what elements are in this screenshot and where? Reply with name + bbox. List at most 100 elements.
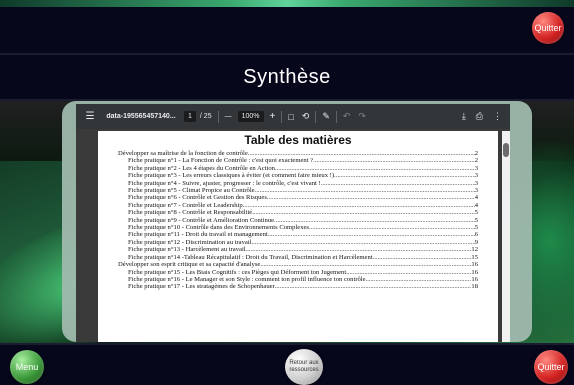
undo-icon[interactable]: ↶ bbox=[343, 111, 351, 122]
toc-leader-dots bbox=[366, 276, 472, 283]
toc-entry[interactable]: Fiche pratique n°9 - Contrôle et Amélior… bbox=[98, 217, 498, 224]
toc-entry-page: 16 bbox=[471, 275, 478, 283]
toc-entry[interactable]: Fiche pratique n°11 - Droit du travail e… bbox=[98, 231, 498, 238]
toc-entry-title: Développer sa maîtrise de la fonction de… bbox=[118, 150, 248, 157]
toc-entry[interactable]: Fiche pratique n°1 - La Fonction de Cont… bbox=[98, 157, 498, 164]
toc-entry-page: 2 bbox=[474, 150, 478, 157]
menu-icon[interactable]: ☰ bbox=[82, 111, 98, 122]
toc-entry-title: Fiche pratique n°13 - Harcèlement au tra… bbox=[128, 246, 246, 254]
toc-entry-title: Fiche pratique n°5 - Climat Propice au C… bbox=[128, 187, 255, 195]
toc-leader-dots bbox=[313, 157, 475, 164]
toc-entry[interactable]: Fiche pratique n°7 - Contrôle et Leaders… bbox=[98, 202, 498, 209]
scrollbar-thumb[interactable] bbox=[503, 143, 509, 157]
quit-button-top[interactable]: Quitter bbox=[532, 12, 564, 44]
back-to-resources-button[interactable]: Retour aux ressources bbox=[285, 349, 323, 385]
toc-entry-title: Fiche pratique n°15 - Les Biais Cognitif… bbox=[128, 268, 347, 276]
toc-entry[interactable]: Fiche pratique n°5 - Climat Propice au C… bbox=[98, 187, 498, 194]
toc-entry-title: Développer son esprit critique et sa cap… bbox=[118, 261, 261, 269]
toc-entry-page: 3 bbox=[474, 179, 478, 187]
toc-entry-page: 2 bbox=[474, 157, 478, 165]
toc-entry[interactable]: Fiche pratique n°6 - Contrôle et Gestion… bbox=[98, 194, 498, 201]
toc-entry-page: 3 bbox=[474, 187, 478, 195]
toolbar-separator bbox=[335, 110, 337, 123]
toc-leader-dots bbox=[321, 180, 475, 187]
pdf-toolbar: ☰ data-195565457140... 1 / 25 — 100% + □… bbox=[76, 104, 510, 129]
toc-leader-dots bbox=[267, 194, 475, 201]
toc-leader-dots bbox=[268, 231, 475, 238]
toc-leader-dots bbox=[373, 254, 472, 261]
toc-entry[interactable]: Fiche pratique n°13 - Harcèlement au tra… bbox=[98, 246, 498, 253]
download-icon[interactable]: ⤓ bbox=[462, 111, 466, 122]
toc-entry-title: Fiche pratique n°1 - La Fonction de Cont… bbox=[128, 157, 314, 165]
toc-entry-page: 5 bbox=[474, 224, 478, 232]
toc-entry[interactable]: Fiche pratique n°17 - Les stratagèmes de… bbox=[98, 283, 498, 290]
zoom-out-button[interactable]: — bbox=[225, 113, 232, 120]
toc-entry-page: 4 bbox=[474, 194, 478, 202]
zoom-input[interactable]: 100% bbox=[237, 111, 264, 122]
toc-entry-page: 16 bbox=[471, 261, 478, 269]
toc-entry-page: 18 bbox=[471, 283, 478, 291]
toc-entry-title: Fiche pratique n°4 - Suivre, ajuster, pr… bbox=[128, 179, 321, 187]
print-icon[interactable]: ⎙ bbox=[476, 111, 483, 122]
toc-entry[interactable]: Développer son esprit critique et sa cap… bbox=[98, 261, 498, 268]
toolbar-separator bbox=[281, 110, 283, 123]
toc-leader-dots bbox=[252, 209, 474, 216]
toolbar-separator bbox=[217, 110, 219, 123]
toc-entry[interactable]: Fiche pratique n°3 - Les erreurs classiq… bbox=[98, 172, 498, 179]
toc-leader-dots bbox=[334, 172, 475, 179]
toc-entry-page: 16 bbox=[471, 268, 478, 276]
toc-leader-dots bbox=[248, 150, 475, 157]
page-title: Synthèse bbox=[243, 65, 331, 88]
zoom-in-button[interactable]: + bbox=[270, 111, 276, 122]
toc-leader-dots bbox=[275, 165, 475, 172]
redo-icon[interactable]: ↷ bbox=[358, 111, 366, 122]
file-name: data-195565457140... bbox=[106, 113, 176, 120]
toc-leader-dots bbox=[243, 202, 475, 209]
toc-entry-page: 3 bbox=[474, 164, 478, 172]
toc-entry-title: Fiche pratique n°7 - Contrôle et Leaders… bbox=[128, 201, 243, 209]
rotate-icon[interactable]: ⟲ bbox=[302, 111, 310, 122]
toc-entry-title: Fiche pratique n°11 - Droit du travail e… bbox=[128, 231, 268, 239]
toc-entry-title: Fiche pratique n°10 - Contrôle dans des … bbox=[128, 224, 309, 232]
toc-entry-title: Fiche pratique n°16 - Le Manager et son … bbox=[128, 275, 366, 283]
menu-button[interactable]: Menu bbox=[10, 350, 44, 384]
page-number-input[interactable]: 1 bbox=[184, 111, 196, 122]
fit-page-icon[interactable]: □ bbox=[288, 112, 293, 122]
toc-heading: Table des matières bbox=[244, 133, 352, 147]
toc-list: Développer sa maîtrise de la fonction de… bbox=[98, 150, 498, 291]
toc-entry-page: 6 bbox=[474, 231, 478, 239]
toc-leader-dots bbox=[246, 246, 472, 253]
annotate-icon[interactable]: ✎ bbox=[322, 111, 330, 122]
top-decor-strip bbox=[0, 0, 574, 7]
toc-leader-dots bbox=[309, 224, 475, 231]
scrollbar[interactable] bbox=[502, 131, 510, 342]
toc-entry[interactable]: Développer sa maîtrise de la fonction de… bbox=[98, 150, 498, 157]
quit-button-bottom[interactable]: Quitter bbox=[534, 350, 568, 384]
toc-entry-page: 5 bbox=[474, 209, 478, 217]
toc-entry[interactable]: Fiche pratique n°14 -Tableau Récapitulat… bbox=[98, 254, 498, 261]
toc-entry[interactable]: Fiche pratique n°4 - Suivre, ajuster, pr… bbox=[98, 180, 498, 187]
toc-entry[interactable]: Fiche pratique n°15 - Les Biais Cognitif… bbox=[98, 269, 498, 276]
pdf-page: Table des matières Développer sa maîtris… bbox=[98, 131, 498, 342]
toc-entry[interactable]: Fiche pratique n°10 - Contrôle dans des … bbox=[98, 224, 498, 231]
top-bar bbox=[0, 7, 574, 53]
pdf-viewer[interactable]: ☰ data-195565457140... 1 / 25 — 100% + □… bbox=[76, 104, 510, 342]
toc-entry-title: Fiche pratique n°8 - Contrôle et Respons… bbox=[128, 209, 253, 217]
toc-entry[interactable]: Fiche pratique n°8 - Contrôle et Respons… bbox=[98, 209, 498, 216]
toc-entry-page: 3 bbox=[474, 172, 478, 180]
toc-entry-title: Fiche pratique n°9 - Contrôle et Amélior… bbox=[128, 216, 275, 224]
more-icon[interactable]: ⋮ bbox=[493, 111, 502, 122]
toc-entry-page: 12 bbox=[471, 246, 478, 254]
toolbar-separator bbox=[315, 110, 317, 123]
title-bar: Synthèse bbox=[0, 55, 574, 99]
toc-entry-title: Fiche pratique n°6 - Contrôle et Gestion… bbox=[128, 194, 267, 202]
toc-leader-dots bbox=[346, 269, 471, 276]
toc-leader-dots bbox=[274, 217, 475, 224]
toc-entry[interactable]: Fiche pratique n°2 - Les 4 étapes du Con… bbox=[98, 165, 498, 172]
toc-entry[interactable]: Fiche pratique n°12 - Discrimination au … bbox=[98, 239, 498, 246]
toc-entry-page: 15 bbox=[471, 253, 478, 261]
toc-entry-title: Fiche pratique n°12 - Discrimination au … bbox=[128, 238, 252, 246]
toc-entry-title: Fiche pratique n°2 - Les 4 étapes du Con… bbox=[128, 164, 275, 172]
toc-entry-title: Fiche pratique n°3 - Les erreurs classiq… bbox=[128, 172, 335, 180]
toc-entry[interactable]: Fiche pratique n°16 - Le Manager et son … bbox=[98, 276, 498, 283]
